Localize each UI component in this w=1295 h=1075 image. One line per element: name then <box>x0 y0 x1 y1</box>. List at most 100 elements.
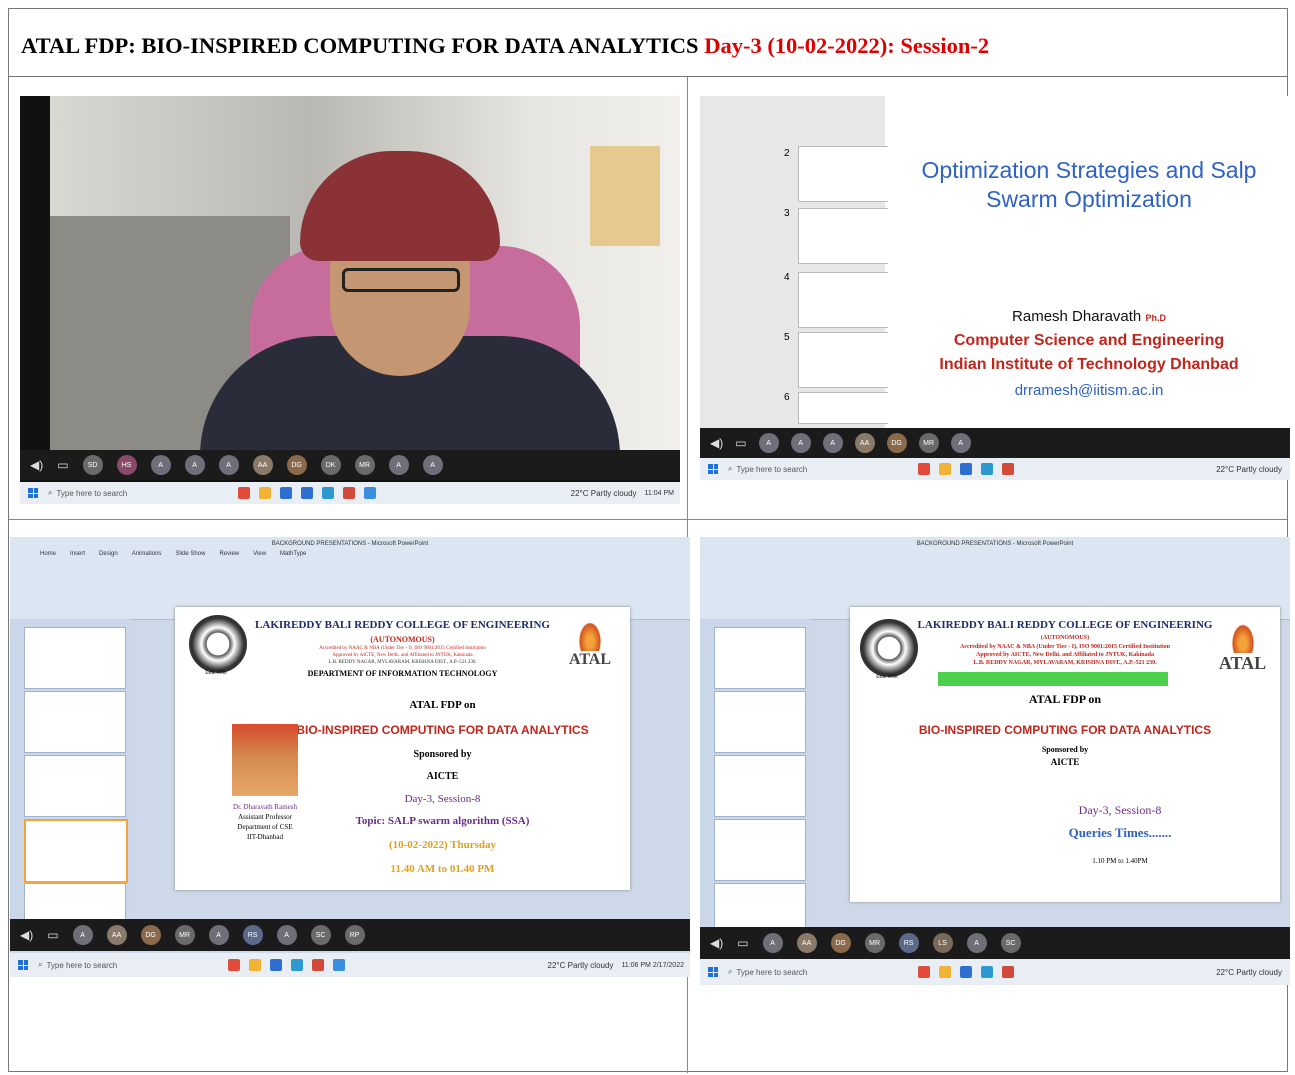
participant-avatar[interactable]: HS <box>116 455 137 475</box>
participant-avatar[interactable]: A <box>72 925 93 945</box>
app-icon[interactable] <box>1002 463 1014 475</box>
participant-avatar[interactable]: A <box>218 455 239 475</box>
folder-icon[interactable] <box>249 959 261 971</box>
app-icon[interactable] <box>960 966 972 978</box>
participant-avatar[interactable]: A <box>762 933 783 953</box>
tab-insert[interactable]: Insert <box>70 551 85 557</box>
app-icon[interactable] <box>270 959 282 971</box>
participant-avatar[interactable]: DG <box>830 933 851 953</box>
participant-avatar[interactable]: AA <box>106 925 127 945</box>
fdp-topic: BIO-INSPIRED COMPUTING FOR DATA ANALYTIC… <box>918 723 1212 737</box>
slide-thumbnail[interactable] <box>714 819 806 881</box>
caption-icon[interactable]: ▭ <box>737 936 748 950</box>
app-icon[interactable] <box>960 463 972 475</box>
slide-thumbnail[interactable] <box>798 332 900 388</box>
slide-thumbnail[interactable] <box>24 691 126 753</box>
browser-icon[interactable] <box>322 487 334 499</box>
participant-avatar[interactable]: SC <box>310 925 331 945</box>
app-icon[interactable] <box>343 487 355 499</box>
slide-thumbnail[interactable] <box>714 627 806 689</box>
caption-icon[interactable]: ▭ <box>57 458 68 472</box>
participant-avatar[interactable]: SC <box>1000 933 1021 953</box>
app-icon[interactable] <box>312 959 324 971</box>
taskbar-search[interactable]: ⌕ Type here to search <box>728 464 878 474</box>
windows-start-icon[interactable] <box>708 967 718 977</box>
windows-start-icon[interactable] <box>28 488 38 498</box>
tab-review[interactable]: Review <box>219 551 239 557</box>
participant-avatar[interactable]: MR <box>918 433 939 453</box>
tab-animations[interactable]: Animations <box>132 551 162 557</box>
speaker-department: Department of CSE <box>237 823 293 831</box>
caption-icon[interactable]: ▭ <box>735 436 746 450</box>
browser-icon[interactable] <box>981 966 993 978</box>
browser-icon[interactable] <box>981 463 993 475</box>
slide-thumbnail[interactable] <box>24 627 126 689</box>
tab-slide-show[interactable]: Slide Show <box>175 551 205 557</box>
browser-icon[interactable] <box>291 959 303 971</box>
participant-avatar[interactable]: A <box>758 433 779 453</box>
windows-start-icon[interactable] <box>708 464 718 474</box>
tab-home[interactable]: Home <box>40 551 56 557</box>
participant-avatar[interactable]: MR <box>174 925 195 945</box>
folder-icon[interactable] <box>939 463 951 475</box>
participant-avatar[interactable]: SD <box>82 455 103 475</box>
app-icon[interactable] <box>364 487 376 499</box>
participant-avatar[interactable]: MR <box>864 933 885 953</box>
app-icon[interactable] <box>238 487 250 499</box>
tab-mathtype[interactable]: MathType <box>280 551 306 557</box>
slide-thumbnail[interactable] <box>798 208 900 264</box>
screenshot-slide-intro: 2 3 4 5 6 Optimization Strategies and Sa… <box>700 96 1290 480</box>
participant-avatar[interactable]: A <box>150 455 171 475</box>
participant-avatar[interactable]: A <box>388 455 409 475</box>
slide-thumbnail-selected[interactable] <box>24 819 128 883</box>
taskbar-search[interactable]: ⌕ Type here to search <box>38 960 188 970</box>
volume-icon[interactable]: ◀) <box>710 936 723 950</box>
main-slide: Optimization Strategies and Salp Swarm O… <box>888 136 1290 426</box>
app-icon[interactable] <box>1002 966 1014 978</box>
app-icon[interactable] <box>301 487 313 499</box>
app-icon[interactable] <box>918 966 930 978</box>
tab-design[interactable]: Design <box>99 551 118 557</box>
participant-avatar[interactable]: A <box>950 433 971 453</box>
slide-thumbnail[interactable] <box>798 272 900 328</box>
participant-avatar[interactable]: A <box>184 455 205 475</box>
participant-avatar[interactable]: A <box>208 925 229 945</box>
taskbar-search[interactable]: ⌕ Type here to search <box>48 488 198 498</box>
slide-thumbnail[interactable] <box>24 755 126 817</box>
participant-avatar[interactable]: DK <box>320 455 341 475</box>
participant-avatar[interactable]: DG <box>286 455 307 475</box>
caption-icon[interactable]: ▭ <box>47 928 58 942</box>
app-icon[interactable] <box>228 959 240 971</box>
volume-icon[interactable]: ◀) <box>30 458 43 472</box>
participant-avatar[interactable]: RS <box>242 925 263 945</box>
taskbar-search[interactable]: ⌕ Type here to search <box>728 967 878 977</box>
slide-thumbnail[interactable] <box>798 392 900 424</box>
volume-icon[interactable]: ◀) <box>20 928 33 942</box>
participant-avatar[interactable]: AA <box>796 933 817 953</box>
participant-avatar[interactable]: LS <box>932 933 953 953</box>
participant-avatar[interactable]: A <box>966 933 987 953</box>
slide-thumbnail[interactable] <box>714 691 806 753</box>
participant-avatar[interactable]: A <box>276 925 297 945</box>
windows-start-icon[interactable] <box>18 960 28 970</box>
participant-avatar[interactable]: MR <box>354 455 375 475</box>
slide-thumbnail[interactable] <box>714 755 806 817</box>
tab-view[interactable]: View <box>253 551 266 557</box>
participant-avatar[interactable]: RP <box>344 925 365 945</box>
participant-avatar[interactable]: A <box>422 455 443 475</box>
participant-avatar[interactable]: DG <box>140 925 161 945</box>
slide-thumbnail[interactable] <box>798 146 900 202</box>
participant-avatar[interactable]: A <box>822 433 843 453</box>
participant-avatar[interactable]: AA <box>252 455 273 475</box>
app-icon[interactable] <box>333 959 345 971</box>
participant-avatar[interactable]: AA <box>854 433 875 453</box>
folder-icon[interactable] <box>939 966 951 978</box>
participant-avatar[interactable]: A <box>790 433 811 453</box>
participant-avatar[interactable]: RS <box>898 933 919 953</box>
presenter-line: Ramesh Dharavath Ph.D <box>1012 308 1166 325</box>
folder-icon[interactable] <box>259 487 271 499</box>
app-icon[interactable] <box>280 487 292 499</box>
participant-avatar[interactable]: DG <box>886 433 907 453</box>
app-icon[interactable] <box>918 463 930 475</box>
volume-icon[interactable]: ◀) <box>710 436 723 450</box>
